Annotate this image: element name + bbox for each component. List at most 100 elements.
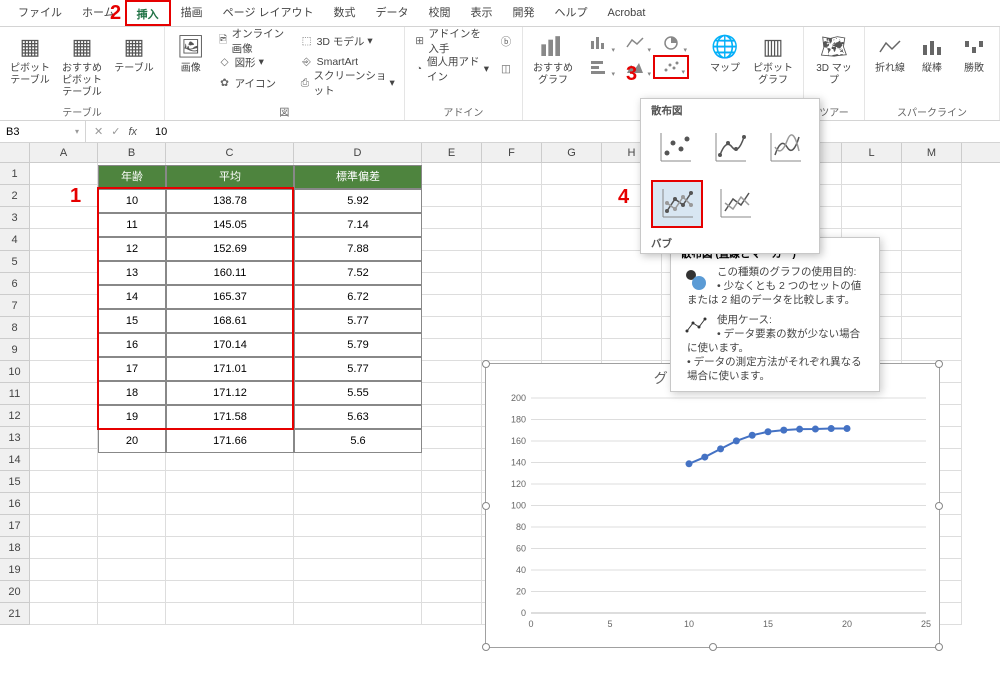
chart-plot-area[interactable]: 0204060801001201401601802000510152025 [486,388,941,643]
cell[interactable] [542,317,602,339]
cell[interactable] [30,317,98,339]
row-header[interactable]: 14 [0,449,30,471]
cell[interactable] [30,185,98,207]
tab-insert[interactable]: 挿入 [125,0,171,26]
cell[interactable] [98,537,166,559]
cell[interactable] [98,493,166,515]
table-cell[interactable]: 170.14 [166,333,294,357]
row-header[interactable]: 13 [0,427,30,449]
cell[interactable] [602,317,662,339]
table-cell[interactable]: 10 [98,189,166,213]
table-cell[interactable]: 7.52 [294,261,422,285]
table-cell[interactable]: 16 [98,333,166,357]
line-chart-button[interactable]: ▾ [617,31,653,55]
cell[interactable] [542,207,602,229]
cell[interactable] [422,603,482,625]
table-cell[interactable]: 7.14 [294,213,422,237]
cell[interactable] [542,339,602,361]
embedded-chart[interactable]: グラフ タイトル 0204060801001201401601802000510… [485,363,940,648]
cell[interactable] [30,449,98,471]
cell[interactable] [482,207,542,229]
col-header-F[interactable]: F [482,143,542,162]
cell[interactable] [166,581,294,603]
map-chart-button[interactable]: 🌐 マップ [705,31,745,77]
cell[interactable] [422,361,482,383]
cell[interactable] [30,361,98,383]
row-header[interactable]: 8 [0,317,30,339]
col-header-L[interactable]: L [842,143,902,162]
cell[interactable] [294,493,422,515]
cell[interactable] [294,537,422,559]
cell[interactable] [422,537,482,559]
cell[interactable] [30,295,98,317]
cell[interactable] [602,273,662,295]
row-header[interactable]: 7 [0,295,30,317]
row-header[interactable]: 2 [0,185,30,207]
cell[interactable] [482,273,542,295]
cancel-icon[interactable]: ✕ [94,125,103,138]
cell[interactable] [422,229,482,251]
cell[interactable] [902,229,962,251]
row-header[interactable]: 3 [0,207,30,229]
col-header-E[interactable]: E [422,143,482,162]
cell[interactable] [294,559,422,581]
cell[interactable] [30,405,98,427]
table-cell[interactable]: 168.61 [166,309,294,333]
scatter-smooth-lines[interactable] [760,124,809,172]
cell[interactable] [422,295,482,317]
cell[interactable] [30,559,98,581]
enter-icon[interactable]: ✓ [111,125,120,138]
cell[interactable] [294,581,422,603]
table-cell[interactable]: 171.01 [166,357,294,381]
pie-chart-button[interactable]: ▾ [653,31,689,55]
select-all-corner[interactable] [0,143,30,162]
row-header[interactable]: 6 [0,273,30,295]
table-cell[interactable]: 5.77 [294,357,422,381]
tab-help[interactable]: ヘルプ [545,0,598,26]
cell[interactable] [602,295,662,317]
cell[interactable] [422,471,482,493]
cell[interactable] [422,581,482,603]
table-cell[interactable]: 6.72 [294,285,422,309]
cell[interactable] [422,383,482,405]
cell[interactable] [902,185,962,207]
cell[interactable] [30,251,98,273]
icons-button[interactable]: ✿アイコン [215,73,293,93]
cell[interactable] [166,603,294,625]
table-cell[interactable]: 18 [98,381,166,405]
scatter-smooth-markers[interactable] [706,124,755,172]
name-box[interactable]: B3▾ [0,121,86,142]
table-button[interactable]: ▦ テーブル [110,31,158,77]
sparkline-winloss-button[interactable]: 勝敗 [955,31,993,77]
row-header[interactable]: 16 [0,493,30,515]
row-header[interactable]: 1 [0,163,30,185]
cell[interactable] [422,339,482,361]
table-cell[interactable]: 13 [98,261,166,285]
tab-file[interactable]: ファイル [8,0,72,26]
cell[interactable] [30,339,98,361]
cell[interactable] [98,471,166,493]
cell[interactable] [166,493,294,515]
cell[interactable] [30,229,98,251]
cell[interactable] [602,251,662,273]
tab-formulas[interactable]: 数式 [324,0,366,26]
col-header-C[interactable]: C [166,143,294,162]
table-cell[interactable]: 160.11 [166,261,294,285]
table-cell[interactable]: 15 [98,309,166,333]
cell[interactable] [842,185,902,207]
row-header[interactable]: 5 [0,251,30,273]
cell[interactable] [422,559,482,581]
table-cell[interactable]: 171.66 [166,429,294,453]
cell[interactable] [902,339,962,361]
cell[interactable] [30,471,98,493]
tab-pagelayout[interactable]: ページ レイアウト [213,0,324,26]
cell[interactable] [602,339,662,361]
cell[interactable] [422,449,482,471]
row-header[interactable]: 15 [0,471,30,493]
scatter-chart-button[interactable]: ▾ [653,55,689,79]
cell[interactable] [30,207,98,229]
row-header[interactable]: 12 [0,405,30,427]
cell[interactable] [542,251,602,273]
formula-input[interactable]: 10 [145,126,177,138]
table-cell[interactable]: 7.88 [294,237,422,261]
